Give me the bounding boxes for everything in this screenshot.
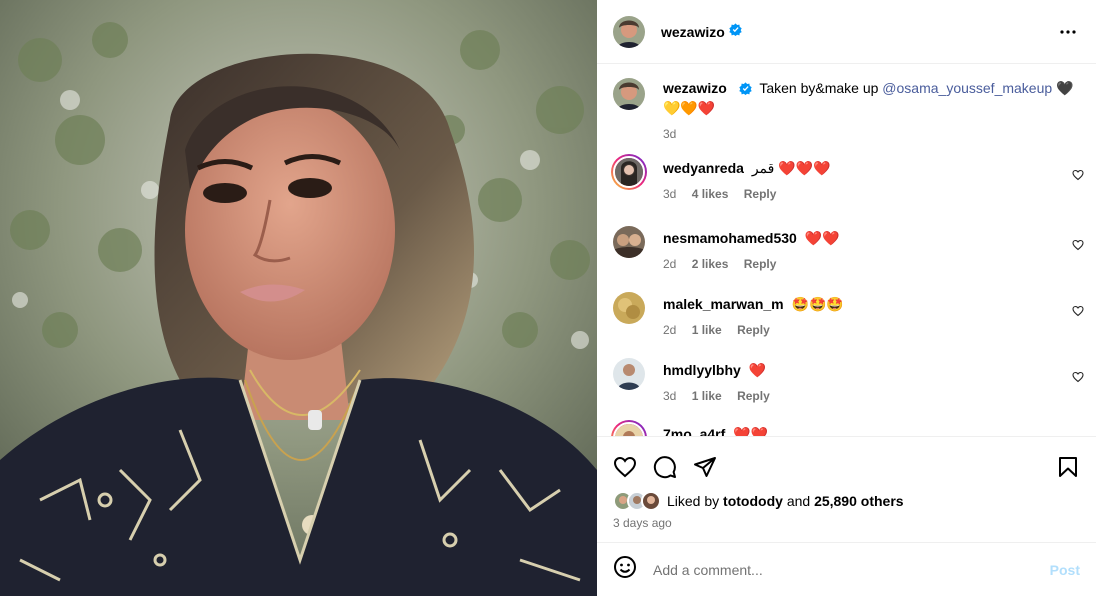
liker-avatar: [641, 491, 661, 511]
comment-username[interactable]: hmdlyylbhy: [663, 362, 741, 378]
comment-item: nesmamohamed530 ❤️❤️ 2d 2 likes Reply: [613, 226, 1084, 273]
post-timestamp[interactable]: 3 days ago: [597, 511, 1096, 530]
reply-button[interactable]: Reply: [744, 257, 777, 271]
caption-avatar[interactable]: [613, 78, 645, 110]
comment-time[interactable]: 2d: [663, 257, 676, 271]
comment-username[interactable]: nesmamohamed530: [663, 230, 797, 246]
commenter-avatar[interactable]: [613, 358, 645, 390]
reply-button[interactable]: Reply: [744, 187, 777, 201]
reply-button[interactable]: Reply: [737, 323, 770, 337]
comment-likes[interactable]: 2 likes: [692, 257, 729, 271]
story-ring[interactable]: [611, 154, 647, 190]
comment-username[interactable]: wedyanreda: [663, 160, 744, 176]
likes-summary: Liked by totodody and 25,890 others: [597, 487, 1096, 511]
author-username[interactable]: wezawizo: [661, 24, 725, 40]
comment-emojis: ❤️❤️: [804, 230, 840, 246]
comment-time[interactable]: 3d: [663, 187, 676, 201]
comment-time[interactable]: 3d: [663, 389, 676, 403]
post-header: wezawizo: [597, 0, 1096, 64]
comment-likes[interactable]: 4 likes: [692, 187, 729, 201]
comment-emojis: 🤩🤩🤩: [791, 296, 844, 312]
verified-badge-icon: [739, 81, 752, 99]
like-comment-heart-icon[interactable]: [1072, 304, 1084, 322]
story-ring[interactable]: [611, 420, 647, 436]
likes-count-link[interactable]: 25,890 others: [814, 493, 904, 509]
emoji-picker-icon[interactable]: [613, 555, 637, 584]
comment-bubble-icon[interactable]: [653, 455, 677, 484]
comment-emojis: ❤️❤️❤️: [778, 160, 831, 176]
like-comment-heart-icon[interactable]: [1072, 168, 1084, 186]
comment-username[interactable]: 7mo_a4rf: [663, 426, 725, 436]
add-comment-bar: Post: [597, 542, 1096, 596]
commenter-avatar: [613, 156, 645, 188]
comment-item: wedyanreda قمر ❤️❤️❤️ 3d 4 likes Reply: [611, 154, 1084, 203]
post-comment-button[interactable]: Post: [1050, 562, 1080, 578]
comment-input[interactable]: [653, 561, 1050, 578]
portrait-image: [0, 0, 597, 596]
comments-list[interactable]: wezawizo Taken by&make up @osama_youssef…: [597, 64, 1096, 436]
instagram-post-modal: wezawizo wezawizo Taken by&make up @osam…: [0, 0, 1096, 596]
comment-time[interactable]: 2d: [663, 323, 676, 337]
more-options-icon[interactable]: [1056, 20, 1080, 44]
author-avatar[interactable]: [613, 15, 645, 48]
reply-button[interactable]: Reply: [737, 389, 770, 403]
post-side-panel: wezawizo wezawizo Taken by&make up @osam…: [597, 0, 1096, 596]
commenter-avatar[interactable]: [613, 226, 645, 258]
commenter-avatar: [613, 422, 645, 436]
caption-time[interactable]: 3d: [663, 127, 676, 141]
like-comment-heart-icon[interactable]: [1072, 370, 1084, 388]
comment-likes[interactable]: 1 like: [692, 389, 722, 403]
comment-likes[interactable]: 1 like: [692, 323, 722, 337]
caption: wezawizo Taken by&make up @osama_youssef…: [613, 78, 1084, 143]
bookmark-save-icon[interactable]: [1056, 455, 1080, 484]
comment-text: قمر: [751, 160, 775, 176]
caption-text: Taken by&make up: [759, 80, 879, 96]
liker-avatars: [613, 491, 661, 511]
caption-username[interactable]: wezawizo: [663, 80, 727, 96]
liked-by-prefix: Liked by: [667, 493, 720, 509]
post-actions: Liked by totodody and 25,890 others 3 da…: [597, 436, 1096, 542]
comment-item: malek_marwan_m 🤩🤩🤩 2d 1 like Reply: [613, 292, 1084, 339]
caption-mention-link[interactable]: @osama_youssef_makeup: [882, 80, 1052, 96]
post-photo[interactable]: [0, 0, 597, 596]
like-comment-heart-icon[interactable]: [1072, 238, 1084, 256]
commenter-avatar[interactable]: [613, 292, 645, 324]
like-heart-icon[interactable]: [613, 455, 637, 484]
verified-badge-icon: [729, 22, 742, 41]
liked-by-user-link[interactable]: totodody: [723, 493, 783, 509]
share-send-icon[interactable]: [693, 455, 717, 484]
comment-item: hmdlyylbhy ❤️ 3d 1 like Reply: [613, 358, 1084, 405]
comment-emojis: ❤️: [748, 362, 767, 378]
comment-username[interactable]: malek_marwan_m: [663, 296, 784, 312]
comment-emojis: ❤️❤️: [733, 426, 769, 436]
comment-item: 7mo_a4rf ❤️❤️: [611, 420, 1084, 436]
liked-by-conj: and: [786, 493, 811, 509]
